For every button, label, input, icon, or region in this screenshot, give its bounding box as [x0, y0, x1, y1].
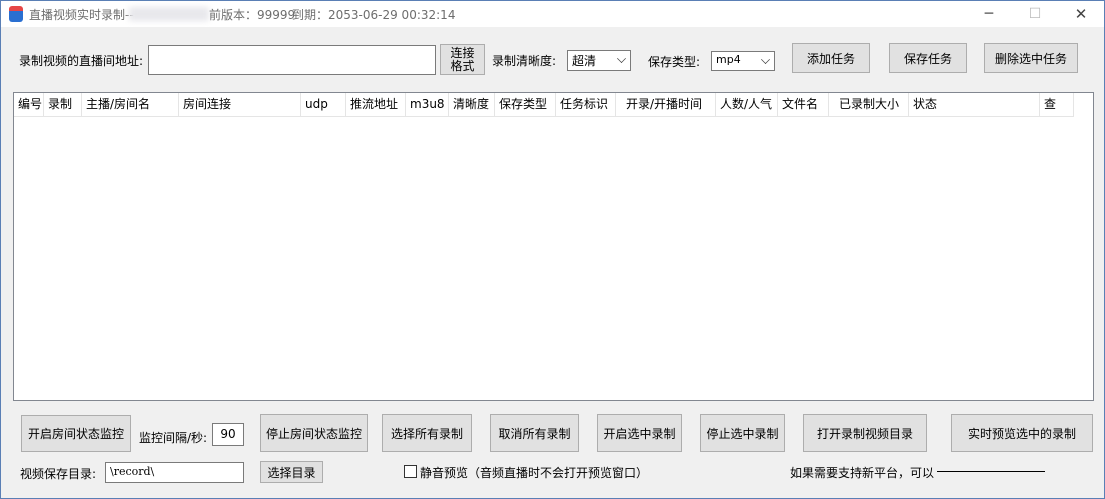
column-header-recorded-size[interactable]: 已录制大小	[829, 93, 909, 117]
save-task-button[interactable]: 保存任务	[889, 43, 967, 73]
column-header-m3u8[interactable]: m3u8	[406, 93, 449, 117]
table-header: 编号 录制 主播/房间名 房间连接 udp 推流地址 m3u8 清晰度 保存类型…	[14, 93, 1074, 117]
column-header-quality[interactable]: 清晰度	[449, 93, 495, 117]
save-dir-label: 视频保存目录:	[20, 467, 97, 481]
version-text: 前版本：99999	[209, 8, 296, 22]
cancel-all-recordings-button[interactable]: 取消所有录制	[490, 414, 579, 452]
close-icon: ✕	[1074, 5, 1088, 23]
column-header-room-link[interactable]: 房间连接	[179, 93, 301, 117]
column-header-index[interactable]: 编号	[14, 93, 44, 117]
mute-preview-checkbox[interactable]	[404, 465, 417, 478]
open-recording-dir-button[interactable]: 打开录制视频目录	[803, 414, 927, 452]
title-bar: 直播视频实时录制-- 前版本：99999 到期：2053-06-29 00:32…	[1, 1, 1104, 27]
start-room-monitor-button[interactable]: 开启房间状态监控	[21, 415, 131, 452]
column-header-view[interactable]: 查	[1040, 93, 1074, 117]
minimize-button[interactable]: ─	[966, 1, 1012, 27]
chevron-down-icon	[761, 55, 770, 64]
save-type-value: mp4	[716, 53, 741, 66]
url-label: 录制视频的直播间地址:	[19, 54, 144, 68]
close-button[interactable]: ✕	[1058, 1, 1104, 27]
minimize-icon: ─	[984, 6, 994, 22]
save-type-select[interactable]: mp4	[711, 51, 775, 71]
window-title: 直播视频实时录制--	[29, 8, 134, 22]
interval-label: 监控间隔/秒:	[139, 431, 208, 445]
column-header-start-time[interactable]: 开录/开播时间	[616, 93, 716, 117]
expire-text: 到期：2053-06-29 00:32:14	[292, 8, 456, 22]
column-header-save-type[interactable]: 保存类型	[495, 93, 556, 117]
add-task-button[interactable]: 添加任务	[792, 43, 870, 73]
chevron-down-icon	[617, 54, 626, 63]
stop-selected-recording-button[interactable]: 停止选中录制	[700, 414, 785, 452]
column-header-task-id[interactable]: 任务标识	[556, 93, 616, 117]
connect-format-line2: 格式	[450, 58, 475, 73]
start-selected-recording-button[interactable]: 开启选中录制	[597, 414, 682, 452]
column-header-status[interactable]: 状态	[909, 93, 1040, 117]
main-window: 直播视频实时录制-- 前版本：99999 到期：2053-06-29 00:32…	[0, 0, 1105, 499]
new-platform-link-line[interactable]	[937, 471, 1045, 472]
preview-selected-recording-button[interactable]: 实时预览选中的录制	[951, 414, 1093, 452]
quality-label: 录制清晰度:	[492, 54, 557, 68]
column-header-push-url[interactable]: 推流地址	[346, 93, 406, 117]
interval-input[interactable]: 90	[212, 423, 244, 446]
maximize-icon: ☐	[1028, 6, 1042, 22]
maximize-button[interactable]: ☐	[1012, 1, 1058, 27]
select-all-recordings-button[interactable]: 选择所有录制	[382, 414, 472, 452]
save-dir-input[interactable]: \record\	[105, 462, 244, 483]
column-header-anchor-room[interactable]: 主播/房间名	[82, 93, 179, 117]
task-table[interactable]: 编号 录制 主播/房间名 房间连接 udp 推流地址 m3u8 清晰度 保存类型…	[13, 92, 1094, 401]
mute-preview-label: 静音预览（音频直播时不会打开预览窗口）	[420, 466, 649, 480]
stop-room-monitor-button[interactable]: 停止房间状态监控	[260, 414, 368, 452]
delete-selected-task-button[interactable]: 删除选中任务	[984, 43, 1078, 73]
connect-format-button[interactable]: 连接 格式	[440, 44, 485, 75]
column-header-record[interactable]: 录制	[44, 93, 82, 117]
connect-format-line1: 连接	[450, 45, 475, 60]
choose-dir-button[interactable]: 选择目录	[260, 461, 323, 483]
column-header-file-name[interactable]: 文件名	[778, 93, 829, 117]
quality-select[interactable]: 超清	[567, 50, 631, 71]
column-header-udp[interactable]: udp	[301, 93, 346, 117]
url-input[interactable]	[148, 45, 436, 75]
column-header-viewers[interactable]: 人数/人气	[716, 93, 778, 117]
redacted-title-segment	[129, 7, 209, 21]
new-platform-text: 如果需要支持新平台，可以	[790, 466, 935, 480]
save-type-label: 保存类型:	[648, 55, 701, 69]
quality-value: 超清	[572, 54, 597, 68]
app-icon	[9, 6, 23, 22]
